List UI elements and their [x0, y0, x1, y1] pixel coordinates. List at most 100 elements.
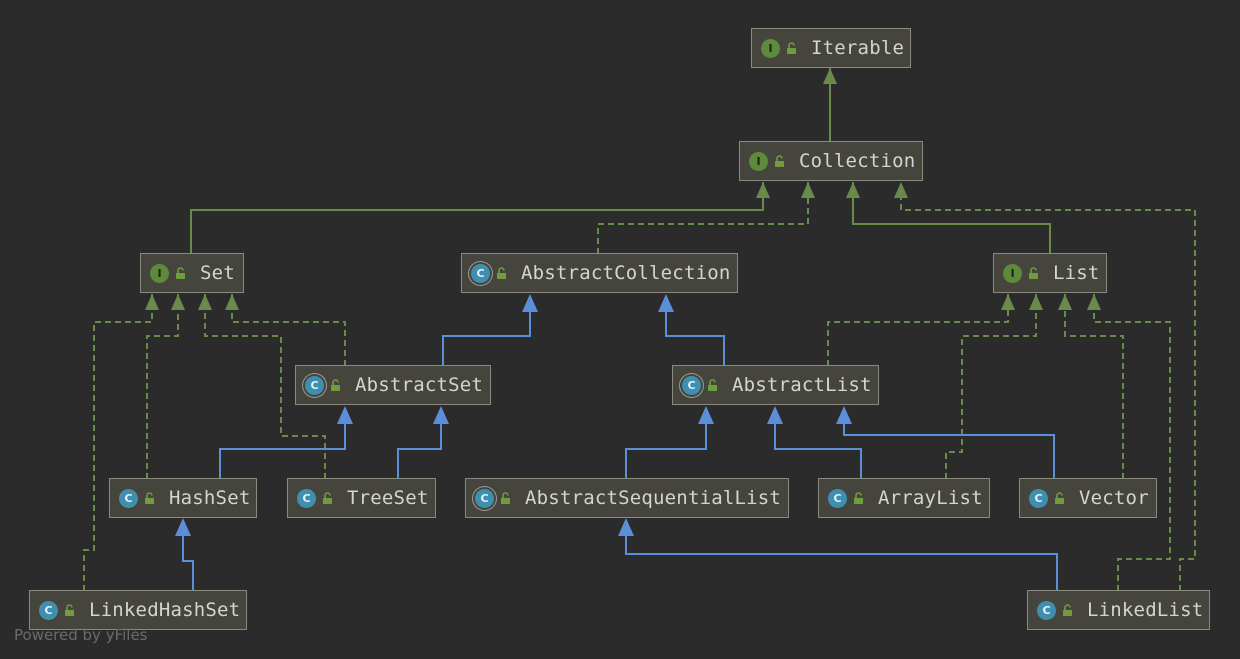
arrowhead [145, 294, 159, 310]
arrowhead [767, 406, 783, 424]
node-list[interactable]: I List [993, 253, 1107, 293]
edge-set-collection [190, 182, 764, 254]
edge-linkedhashset-set [83, 294, 153, 591]
node-linkedlist[interactable]: C LinkedList [1027, 590, 1210, 630]
abstract-class-badge-icon: C [682, 375, 701, 395]
arrowhead [171, 294, 185, 310]
arrowhead [836, 406, 852, 424]
public-lock-icon [323, 491, 332, 504]
abstract-class-badge-icon: C [305, 375, 324, 395]
node-abstractset[interactable]: C AbstractSet [295, 365, 491, 405]
node-label: AbstractCollection [521, 262, 731, 284]
edge-layer [83, 68, 1196, 591]
arrowhead [198, 294, 212, 310]
class-badge-icon: C [828, 488, 847, 508]
edge-abstractlist-list [827, 294, 1009, 366]
class-extends-edges [182, 306, 1058, 591]
arrowhead [894, 182, 908, 198]
node-linkedhashset[interactable]: C LinkedHashSet [29, 590, 247, 630]
interface-badge-icon: I [1003, 263, 1022, 283]
arrowhead [801, 182, 815, 198]
node-arraylist[interactable]: C ArrayList [818, 478, 990, 518]
node-abstractsequentiallist[interactable]: C AbstractSequentialList [465, 478, 789, 518]
arrowhead [1001, 294, 1015, 310]
public-lock-icon [501, 491, 510, 504]
edge-vector-abstractlist [843, 418, 1055, 479]
edge-abstractsequentiallist-abstractlist [625, 418, 707, 479]
public-lock-icon [775, 154, 784, 167]
public-lock-icon [65, 603, 74, 616]
node-label: List [1053, 262, 1100, 284]
interface-badge-icon: I [761, 38, 780, 58]
node-treeset[interactable]: C TreeSet [287, 478, 436, 518]
interface-badge-icon: I [150, 263, 169, 283]
arrowhead [433, 406, 449, 424]
arrowhead [658, 294, 674, 312]
public-lock-icon [176, 266, 185, 279]
public-lock-icon [1029, 266, 1038, 279]
node-label: AbstractSet [355, 374, 484, 396]
edge-arraylist-abstractlist [774, 418, 862, 479]
class-badge-icon: C [297, 488, 316, 508]
public-lock-icon [1055, 491, 1064, 504]
node-abstractcollection[interactable]: C AbstractCollection [461, 253, 738, 293]
arrowhead [522, 294, 538, 312]
edge-linkedlist-list [1093, 294, 1171, 591]
public-lock-icon [787, 41, 796, 54]
class-badge-icon: C [39, 600, 58, 620]
node-label: Iterable [811, 37, 905, 59]
edge-hashset-abstractset [219, 418, 346, 479]
public-lock-icon [497, 266, 506, 279]
edge-abstractset-set [231, 294, 346, 366]
edge-abstractset-abstractcollection [442, 306, 531, 366]
abstract-class-badge-icon: C [471, 263, 490, 283]
edge-linkedlist-collection [900, 182, 1196, 591]
node-hashset[interactable]: C HashSet [109, 478, 257, 518]
node-label: AbstractList [732, 374, 872, 396]
node-vector[interactable]: C Vector [1019, 478, 1157, 518]
arrowhead [618, 518, 634, 536]
arrowhead [225, 294, 239, 310]
arrowhead [846, 182, 860, 198]
edge-abstractlist-abstractcollection [665, 306, 725, 366]
arrowhead [823, 68, 837, 84]
node-label: Set [200, 262, 235, 284]
node-iterable[interactable]: I Iterable [751, 28, 911, 68]
arrowhead [698, 406, 714, 424]
arrowhead [1087, 294, 1101, 310]
node-label: AbstractSequentialList [525, 487, 782, 509]
arrowhead [175, 518, 191, 536]
edge-list-collection [852, 182, 1051, 254]
class-badge-icon: C [119, 488, 138, 508]
node-set[interactable]: I Set [140, 253, 244, 293]
arrowhead [1029, 294, 1043, 310]
edge-hashset-set [146, 294, 179, 479]
edge-abstractcollection-collection [597, 182, 809, 254]
node-label: HashSet [169, 487, 251, 509]
node-label: LinkedHashSet [89, 599, 241, 621]
node-abstractlist[interactable]: C AbstractList [672, 365, 879, 405]
public-lock-icon [145, 491, 154, 504]
arrowhead [337, 406, 353, 424]
public-lock-icon [708, 378, 717, 391]
edge-linkedlist-abstractsequentiallist [625, 531, 1058, 591]
class-badge-icon: C [1029, 488, 1048, 508]
node-label: LinkedList [1087, 599, 1204, 621]
node-collection[interactable]: I Collection [739, 141, 923, 181]
arrowhead [1058, 294, 1072, 310]
edge-treeset-abstractset [397, 418, 442, 479]
public-lock-icon [1063, 603, 1072, 616]
node-label: Vector [1079, 487, 1149, 509]
node-label: Collection [799, 150, 916, 172]
node-label: ArrayList [878, 487, 983, 509]
edge-vector-list [1064, 294, 1124, 479]
abstract-class-badge-icon: C [475, 488, 494, 508]
powered-by-footer: Powered by yFiles [14, 626, 148, 644]
class-badge-icon: C [1037, 600, 1056, 620]
arrowhead [756, 182, 770, 198]
implements-edges [83, 182, 1196, 591]
public-lock-icon [854, 491, 863, 504]
edge-linkedhashset-hashset [182, 531, 194, 591]
node-label: TreeSet [347, 487, 429, 509]
public-lock-icon [331, 378, 340, 391]
